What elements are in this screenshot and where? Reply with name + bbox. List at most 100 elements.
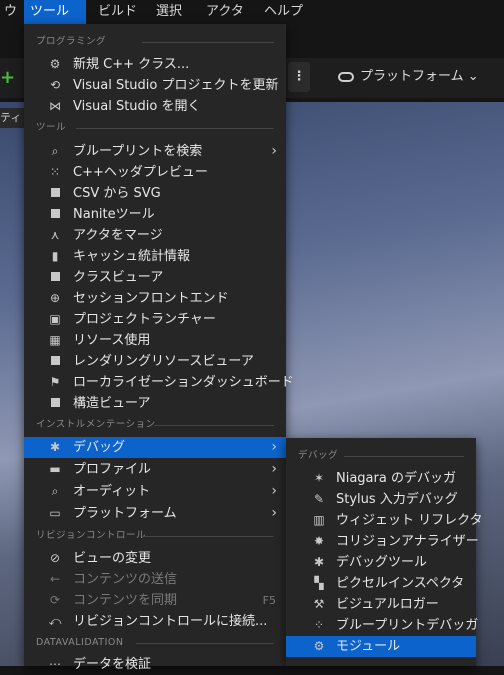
submenu-item-debug-tools[interactable]: ✱ デバッグツール [286, 552, 476, 573]
label: ビューの変更 [73, 551, 152, 566]
menu-window-partial[interactable]: ウ [0, 0, 18, 24]
submenu-item-visual-logger[interactable]: ⚒ ビジュアルロガー [286, 594, 476, 615]
more-options-button[interactable]: ⋮ [288, 62, 310, 92]
submenu-item-collision-analyzer[interactable]: ✸ コリジョンアナライザー [286, 531, 479, 552]
chevron-right-icon: › [271, 143, 277, 159]
bug-icon: ✱ [313, 555, 325, 569]
label: セッションフロントエンド [73, 291, 229, 306]
submenu-item-niagara-debugger[interactable]: ✶ Niagara のデバッガ [286, 468, 476, 489]
submenu-item-widget-reflector[interactable]: ▥ ウィジェット リフレクタ [286, 510, 482, 531]
menu-build[interactable]: ビルド [92, 0, 143, 24]
menu-item-platform[interactable]: ▭ プラットフォーム › [24, 503, 286, 524]
menu-item-refresh-vs[interactable]: ⟲ Visual Studio プロジェクトを更新 [24, 75, 286, 96]
arrow-left-icon: ← [49, 572, 61, 586]
section-tools: ツール [36, 122, 67, 133]
shortcut-label: F5 [262, 594, 276, 607]
chevron-down-icon: ⌄ [467, 69, 479, 84]
submenu-item-blueprint-debugger[interactable]: ⁘ ブループリントデバッガ [286, 615, 478, 636]
label: キャッシュ統計情報 [73, 249, 191, 264]
label: モジュール [336, 639, 401, 654]
menu-item-sync-content[interactable]: ⟳ コンテンツを同期 F5 [24, 590, 286, 611]
menu-item-validate-data[interactable]: ⋯ データを検証 [24, 654, 286, 675]
label: Visual Studio を開く [73, 99, 201, 114]
label: ローカライゼーションダッシュボード [73, 375, 294, 390]
menu-item-class-viewer[interactable]: クラスビューア [24, 267, 286, 288]
label: コンテンツの送信 [73, 572, 178, 587]
divider [344, 456, 464, 457]
blueprint-icon: ⁘ [313, 618, 325, 632]
niagara-icon: ✶ [313, 471, 325, 485]
menu-item-open-vs[interactable]: ⋈ Visual Studio を開く [24, 96, 286, 117]
menu-item-session-frontend[interactable]: ⊕ セッションフロントエンド [24, 288, 286, 309]
session-icon: ⊕ [49, 291, 61, 305]
menu-item-render-resource-viewer[interactable]: レンダリングリソースビューア [24, 351, 286, 372]
class-viewer-icon [48, 271, 62, 284]
class-icon: ⚙ [49, 57, 61, 71]
launcher-icon: ▣ [49, 312, 61, 326]
viewport-tab-label: ティ [0, 111, 22, 124]
platform-icon: ▭ [49, 506, 61, 520]
section-revision-control: リビジョンコントロール [36, 530, 147, 541]
menu-item-connect-revision-control[interactable]: ⤺ リビジョンコントロールに接続... [24, 611, 286, 632]
menu-item-cache-stats[interactable]: ▮ キャッシュ統計情報 [24, 246, 286, 267]
module-icon: ⚙ [313, 639, 325, 653]
label: CSV から SVG [73, 186, 161, 201]
wrench-icon: ⚒ [313, 597, 325, 611]
tools-menu: プログラミング ⚙ 新規 C++ クラス... ⟲ Visual Studio プロ… [24, 24, 294, 672]
label: デバッグ [73, 440, 126, 455]
label: レンダリングリソースビューア [73, 354, 254, 369]
merge-icon: ⋏ [50, 228, 60, 242]
menu-help[interactable]: ヘルプ [258, 0, 309, 24]
menu-item-audit[interactable]: ⌕ オーディット › [24, 481, 286, 502]
section-programming: プログラミング [36, 36, 107, 47]
menu-item-struct-viewer[interactable]: 構造ビューア [24, 393, 286, 414]
submenu-item-modules[interactable]: ⚙ モジュール [286, 636, 476, 657]
label: Niagara のデバッガ [336, 471, 456, 486]
add-icon[interactable]: + [0, 68, 15, 88]
menu-item-merge-actors[interactable]: ⋏ アクタをマージ [24, 225, 286, 246]
refresh-icon: ⟲ [49, 78, 61, 92]
debug-submenu: デバッグ ✶ Niagara のデバッガ ✎ Stylus 入力デバッグ ▥ ウィジェ… [286, 438, 483, 666]
label: リソース使用 [73, 333, 151, 348]
divider [136, 643, 274, 644]
menu-item-cpp-header-preview[interactable]: ⁙ C++ヘッダプレビュー [24, 162, 286, 183]
menu-item-profile[interactable]: ▬ プロファイル › [24, 459, 286, 480]
gamepad-icon [338, 71, 354, 82]
label: プロジェクトランチャー [73, 312, 216, 327]
header-icon: ⁙ [49, 165, 61, 179]
platform-dropdown[interactable]: プラットフォーム ⌄ [338, 62, 479, 92]
menu-item-submit-content[interactable]: ← コンテンツの送信 [24, 569, 286, 590]
menu-item-view-changes[interactable]: ⊘ ビューの変更 [24, 548, 286, 569]
divider [154, 425, 274, 426]
menu-item-csv-to-svg[interactable]: CSV から SVG [24, 183, 286, 204]
menu-item-new-cpp-class[interactable]: ⚙ 新規 C++ クラス... [24, 54, 286, 75]
divider [76, 128, 274, 129]
menu-item-resource-usage[interactable]: ▦ リソース使用 [24, 330, 286, 351]
label: コンテンツを同期 [73, 593, 178, 608]
label: ウィジェット リフレクタ [336, 513, 483, 528]
menu-tools[interactable]: ツール [24, 0, 86, 24]
menu-item-debug[interactable]: ✱ デバッグ › [24, 437, 286, 458]
menu-item-nanite-tools[interactable]: Naniteツール [24, 204, 286, 225]
label: リビジョンコントロールに接続... [73, 614, 268, 629]
link-icon: ⤺ [48, 614, 62, 628]
menu-item-localization-dashboard[interactable]: ⚑ ローカライゼーションダッシュボード [24, 372, 294, 393]
menu-actor[interactable]: アクタ [200, 0, 250, 24]
label: オーディット [73, 484, 151, 499]
menu-select[interactable]: 選択 [150, 0, 188, 24]
visual-studio-icon: ⋈ [49, 99, 61, 113]
section-debug: デバッグ [298, 450, 339, 461]
label: 新規 C++ クラス... [73, 57, 190, 72]
stylus-icon: ✎ [313, 492, 325, 506]
label: コリジョンアナライザー [336, 534, 479, 549]
struct-icon [48, 397, 62, 410]
submenu-item-stylus-debug[interactable]: ✎ Stylus 入力デバッグ [286, 489, 476, 510]
menu-bar: ウ ツール ビルド 選択 アクタ ヘルプ [0, 0, 504, 24]
divider [142, 42, 274, 43]
menu-item-project-launcher[interactable]: ▣ プロジェクトランチャー [24, 309, 286, 330]
menu-item-find-blueprints[interactable]: ⌕ ブループリントを検索 › [24, 141, 286, 162]
section-datavalidation: DATAVALIDATION [36, 637, 124, 648]
submenu-item-pixel-inspector[interactable]: ▚ ピクセルインスペクタ [286, 573, 476, 594]
label: プロファイル [73, 462, 152, 477]
platform-label: プラットフォーム [360, 69, 464, 84]
